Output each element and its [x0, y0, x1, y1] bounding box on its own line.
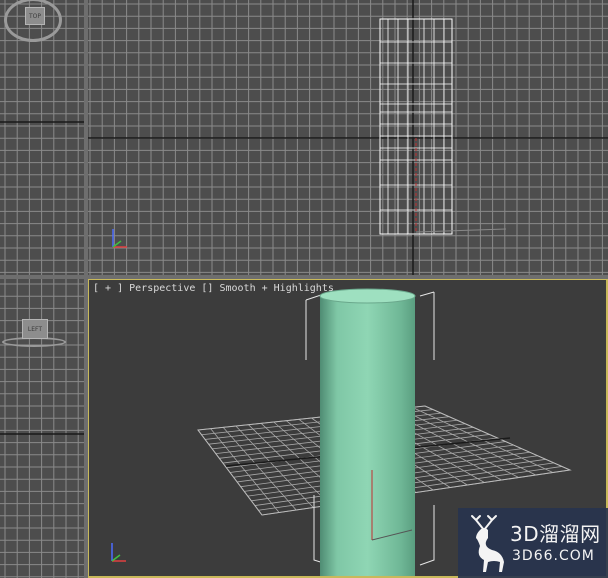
- axis-y-indicator: [111, 554, 121, 562]
- viewcube-face-top[interactable]: TOP: [25, 7, 45, 25]
- viewport-separator-horizontal[interactable]: [0, 275, 608, 279]
- viewport-menu-plus[interactable]: [ + ]: [93, 283, 123, 294]
- viewport-separator-vertical[interactable]: [84, 0, 88, 578]
- watermark-title: 3D溜溜网: [510, 522, 601, 546]
- grid-top: [88, 0, 608, 275]
- deer-logo-icon: [471, 515, 504, 572]
- watermark-url: 3D66.COM: [512, 548, 595, 564]
- selection-bracket-right-bottom: [419, 505, 435, 566]
- viewcube-top[interactable]: TOP: [4, 0, 64, 42]
- viewport-left[interactable]: LEFT: [0, 279, 84, 578]
- cylinder-object: [319, 288, 416, 578]
- viewcube-left[interactable]: LEFT: [0, 315, 70, 349]
- watermark: 3D溜溜网 3D66.COM: [458, 508, 608, 578]
- viewport-shading-label[interactable]: [] Smooth + Highlights: [201, 283, 333, 294]
- cylinder-body[interactable]: [320, 296, 415, 578]
- cylinder-top-cap: [319, 288, 416, 304]
- viewport-top-left[interactable]: TOP: [0, 0, 84, 275]
- viewport-point-of-view-label[interactable]: Perspective: [129, 283, 195, 294]
- viewport-top[interactable]: [88, 0, 608, 275]
- viewcube-face-left[interactable]: LEFT: [22, 319, 48, 339]
- viewport-label: [ + ] Perspective [] Smooth + Highlights: [93, 283, 334, 294]
